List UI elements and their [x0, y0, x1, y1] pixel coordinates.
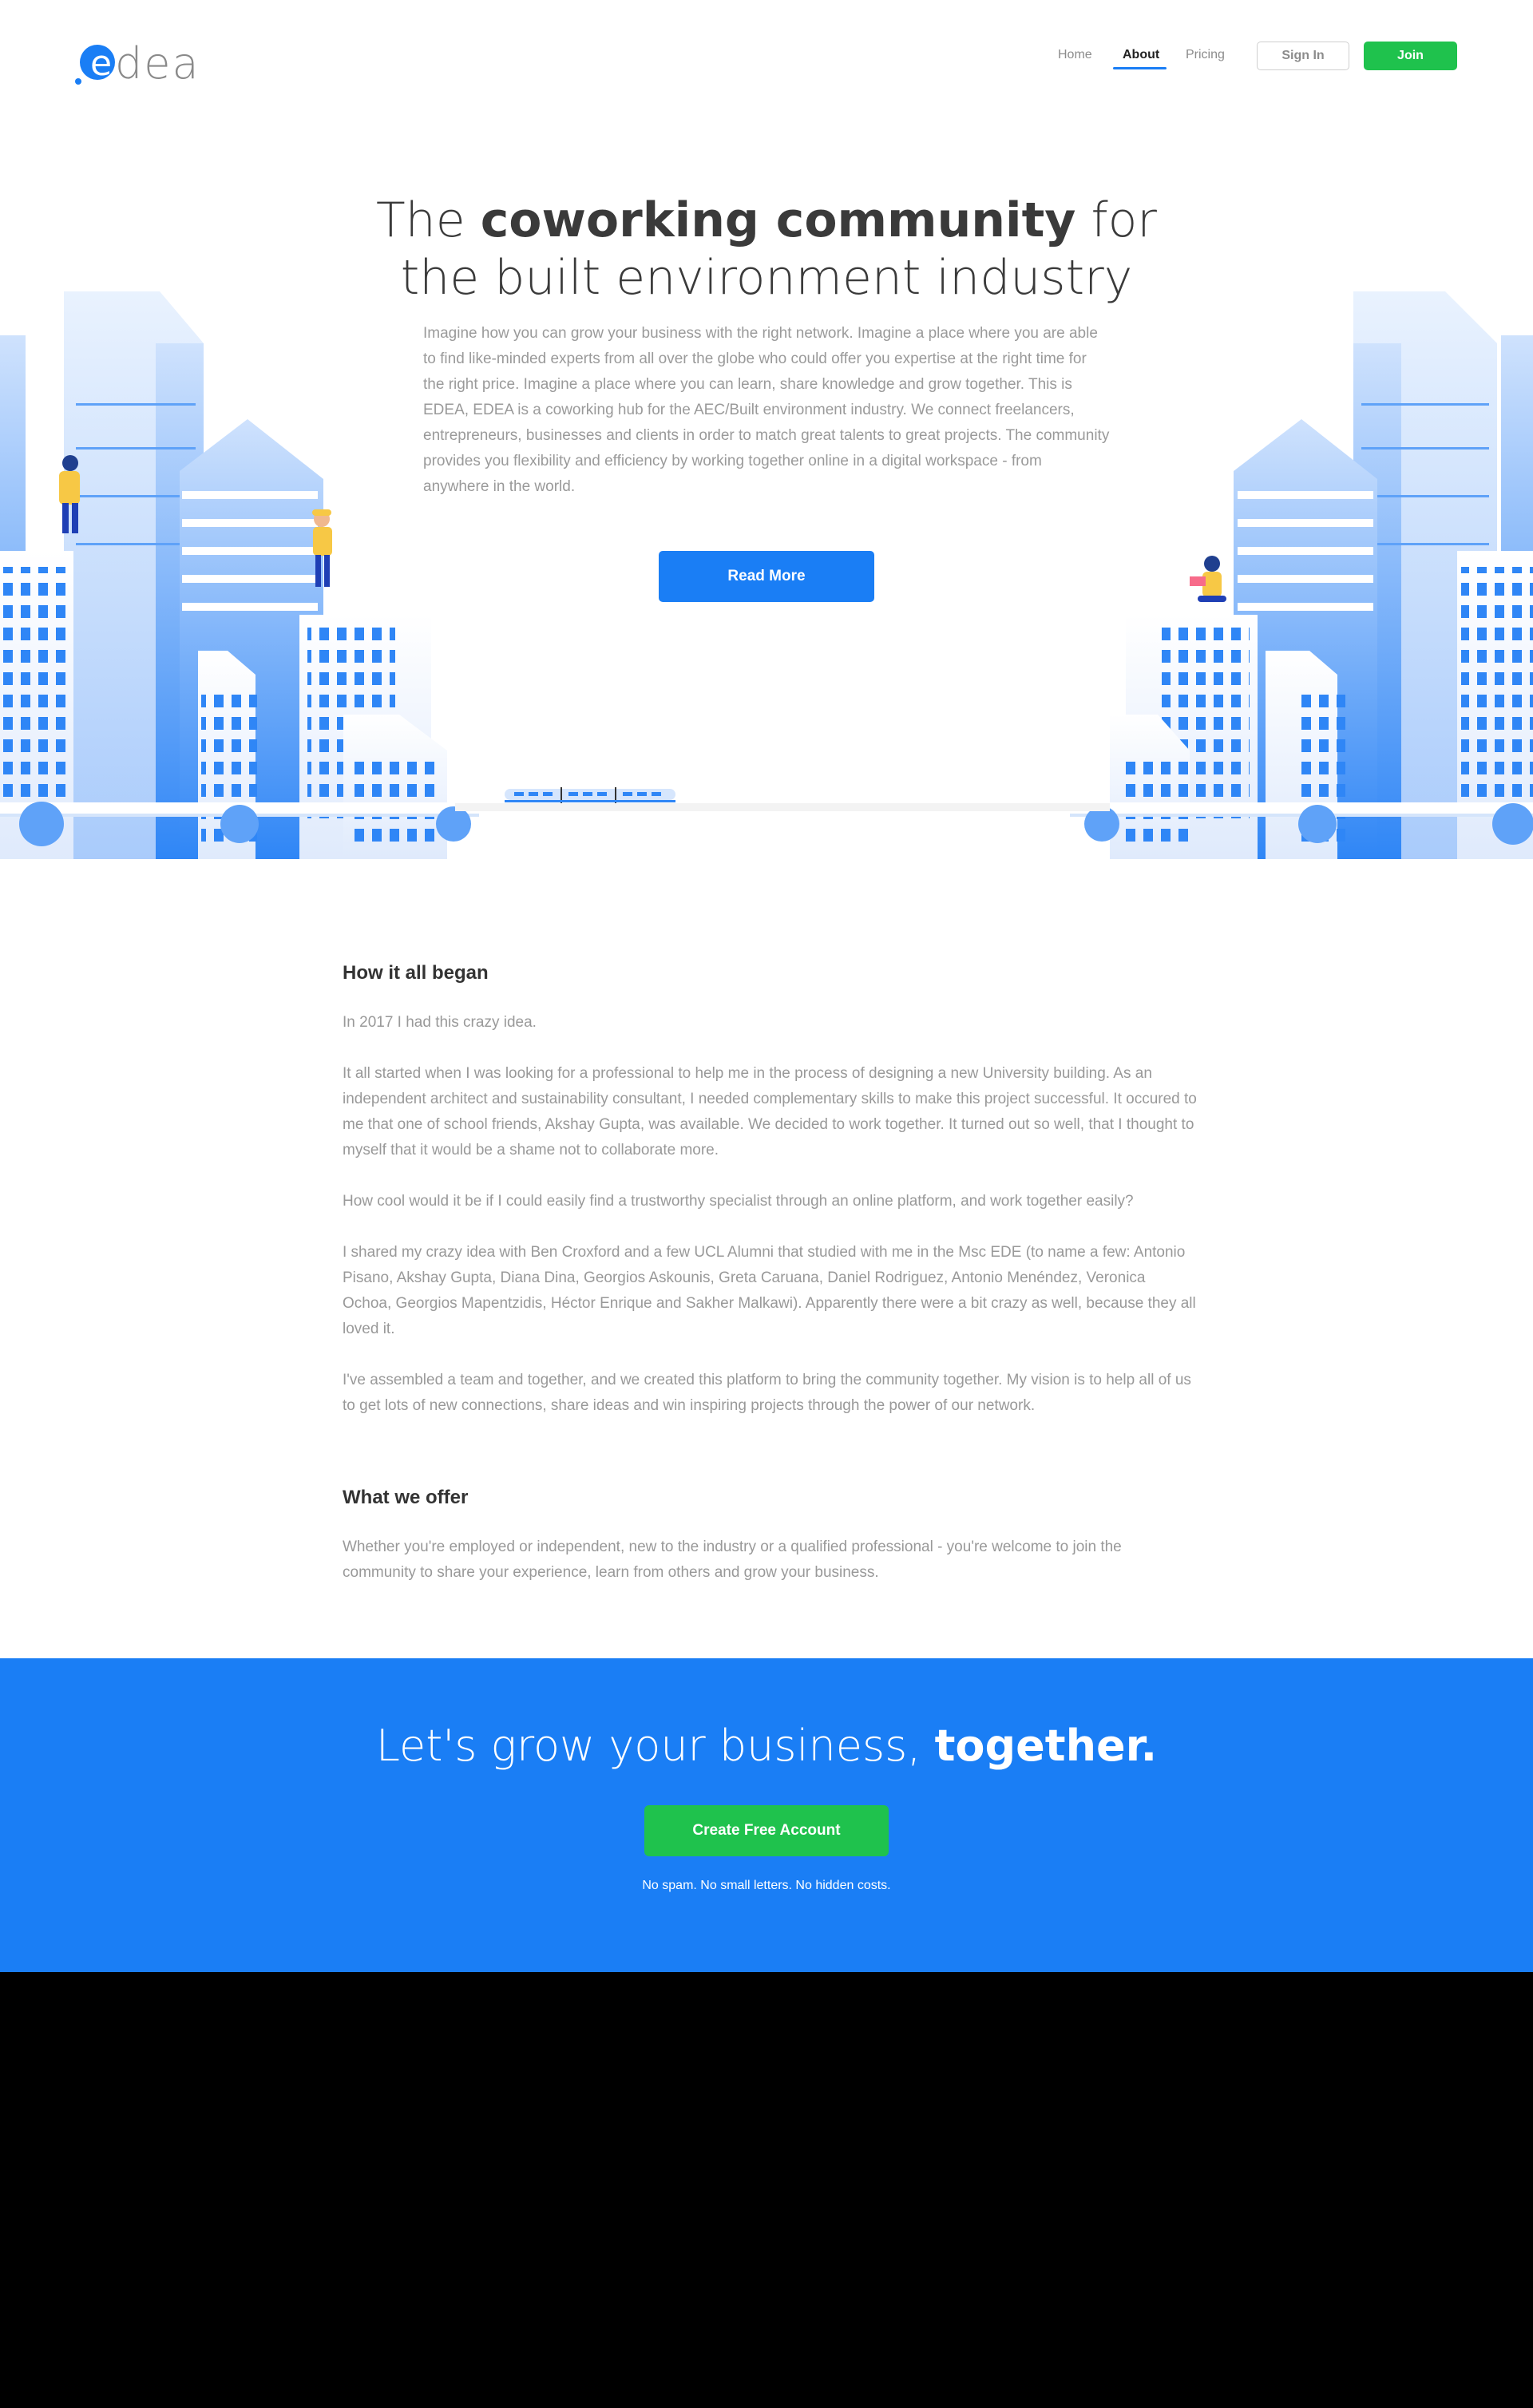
hero-title: The coworking community for the built en… [0, 192, 1533, 307]
logo-wordmark: dea [115, 38, 200, 89]
page: e dea Home About Pricing Sign In Join Th… [0, 0, 1533, 2408]
hero-description: Imagine how you can grow your business w… [423, 325, 1110, 495]
hero-title-bold: coworking community [480, 192, 1076, 248]
cta-title-bold: together. [934, 1721, 1158, 1771]
cta-title-part1: Let's grow your business, [375, 1721, 935, 1771]
story-paragraph: I've assembled a team and together, and … [343, 1372, 1191, 1414]
create-free-account-button[interactable]: Create Free Account [644, 1805, 889, 1856]
edea-logo[interactable]: e dea [75, 38, 211, 91]
cta-note: No spam. No small letters. No hidden cos… [642, 1879, 891, 1892]
nav-pricing-link[interactable]: Pricing [1186, 48, 1225, 62]
story-paragraph: I shared my crazy idea with Ben Croxford… [343, 1244, 1196, 1337]
story-heading: How it all began [343, 962, 489, 984]
city-illustration-left [0, 291, 479, 859]
story-paragraph: In 2017 I had this crazy idea. [343, 1014, 537, 1031]
offer-paragraph: Whether you're employed or independent, … [343, 1539, 1122, 1581]
train-illustration [505, 787, 675, 803]
blank-footer-area [0, 1972, 1533, 2408]
city-illustration-right [1070, 291, 1533, 859]
active-nav-indicator [1113, 67, 1167, 69]
nav-about-link[interactable]: About [1123, 48, 1159, 62]
story-paragraph: How cool would it be if I could easily f… [343, 1193, 1134, 1210]
read-more-button[interactable]: Read More [659, 551, 874, 602]
nav-home-link[interactable]: Home [1058, 48, 1092, 62]
hero-title-part2: for [1075, 192, 1157, 248]
hero-title-part1: The [376, 192, 481, 248]
sign-in-button[interactable]: Sign In [1257, 42, 1349, 70]
join-button[interactable]: Join [1364, 42, 1457, 70]
cta-title: Let's grow your business, together. [0, 1721, 1533, 1771]
offer-heading: What we offer [343, 1487, 469, 1508]
hero-title-line2: the built environment industry [400, 250, 1133, 306]
logo-mark: e [80, 43, 115, 84]
site-header: e dea Home About Pricing Sign In Join [0, 0, 1533, 112]
main-content-area: e dea Home About Pricing Sign In Join Th… [0, 0, 1533, 1658]
story-paragraph: It all started when I was looking for a … [343, 1065, 1197, 1158]
cta-section: Let's grow your business, together. Crea… [0, 1658, 1533, 1972]
logo-dot [75, 78, 81, 85]
logo-letter: e [90, 43, 113, 84]
